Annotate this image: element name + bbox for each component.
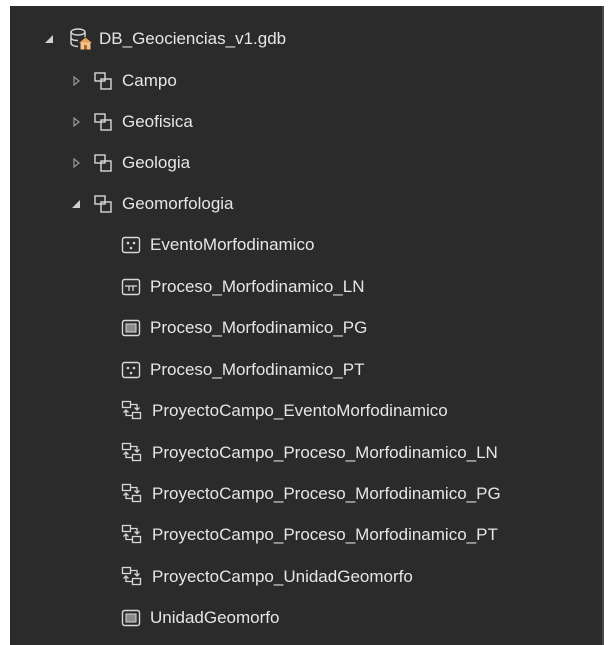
feature-dataset-icon <box>93 71 113 91</box>
tree-item-label: Proceso_Morfodinamico_LN <box>150 277 365 296</box>
tree-node-label: DB_Geociencias_v1.gdb <box>99 29 287 48</box>
tree-item-label: ProyectoCampo_Proceso_Morfodinamico_PT <box>152 525 498 544</box>
tree-item-relationship-class[interactable]: ProyectoCampo_Proceso_Morfodinamico_PT <box>10 518 602 552</box>
tree-node-dataset-geofisica[interactable]: Geofisica <box>10 105 602 139</box>
collapsed-arrow-icon[interactable] <box>70 157 82 169</box>
tree-item-feature-class[interactable]: Proceso_Morfodinamico_LN <box>10 270 602 304</box>
expanded-arrow-icon[interactable] <box>43 33 55 45</box>
tree-item-label: EventoMorfodinamico <box>150 235 315 254</box>
relationship-class-icon <box>121 524 143 546</box>
feature-dataset-icon <box>93 194 113 214</box>
tree-item-label: ProyectoCampo_UnidadGeomorfo <box>152 567 413 586</box>
tree-item-relationship-class[interactable]: ProyectoCampo_UnidadGeomorfo <box>10 560 602 594</box>
collapsed-arrow-icon[interactable] <box>70 75 82 87</box>
tree-item-feature-class[interactable]: EventoMorfodinamico <box>10 228 602 262</box>
tree-item-label: ProyectoCampo_EventoMorfodinamico <box>152 401 448 420</box>
tree-item-feature-class[interactable]: Proceso_Morfodinamico_PG <box>10 311 602 345</box>
line-feature-class-icon <box>121 277 141 297</box>
tree-node-dataset-geomorfologia[interactable]: Geomorfologia <box>10 187 602 221</box>
point-feature-class-icon <box>121 235 141 255</box>
tree-node-label: Geofisica <box>122 112 193 131</box>
tree-item-label: Proceso_Morfodinamico_PG <box>150 318 368 337</box>
geodatabase-icon <box>69 27 93 51</box>
tree-node-label: Campo <box>122 71 177 90</box>
catalog-tree-panel: DB_Geociencias_v1.gdb Campo Geofisica Ge… <box>10 6 604 645</box>
tree-item-relationship-class[interactable]: ProyectoCampo_EventoMorfodinamico <box>10 394 602 428</box>
tree-node-label: Geomorfologia <box>122 194 234 213</box>
tree-item-label: ProyectoCampo_Proceso_Morfodinamico_PG <box>152 484 501 503</box>
tree-node-dataset-geologia[interactable]: Geologia <box>10 146 602 180</box>
relationship-class-icon <box>121 566 143 588</box>
tree-item-label: UnidadGeomorfo <box>150 608 280 627</box>
point-feature-class-icon <box>121 360 141 380</box>
relationship-class-icon <box>121 483 143 505</box>
polygon-feature-class-icon <box>121 318 141 338</box>
tree-item-label: Proceso_Morfodinamico_PT <box>150 360 365 379</box>
relationship-class-icon <box>121 400 143 422</box>
collapsed-arrow-icon[interactable] <box>70 116 82 128</box>
tree-item-relationship-class[interactable]: ProyectoCampo_Proceso_Morfodinamico_PG <box>10 477 602 511</box>
feature-dataset-icon <box>93 153 113 173</box>
tree-node-dataset-campo[interactable]: Campo <box>10 64 602 98</box>
tree-item-label: ProyectoCampo_Proceso_Morfodinamico_LN <box>152 443 498 462</box>
relationship-class-icon <box>121 442 143 464</box>
polygon-feature-class-icon <box>121 608 141 628</box>
feature-dataset-icon <box>93 112 113 132</box>
tree-item-relationship-class[interactable]: ProyectoCampo_Proceso_Morfodinamico_LN <box>10 436 602 470</box>
tree-node-geodatabase[interactable]: DB_Geociencias_v1.gdb <box>10 22 602 56</box>
tree-item-feature-class[interactable]: Proceso_Morfodinamico_PT <box>10 353 602 387</box>
expanded-arrow-icon[interactable] <box>70 198 82 210</box>
tree-item-feature-class[interactable]: UnidadGeomorfo <box>10 601 602 635</box>
tree-node-label: Geologia <box>122 153 191 172</box>
